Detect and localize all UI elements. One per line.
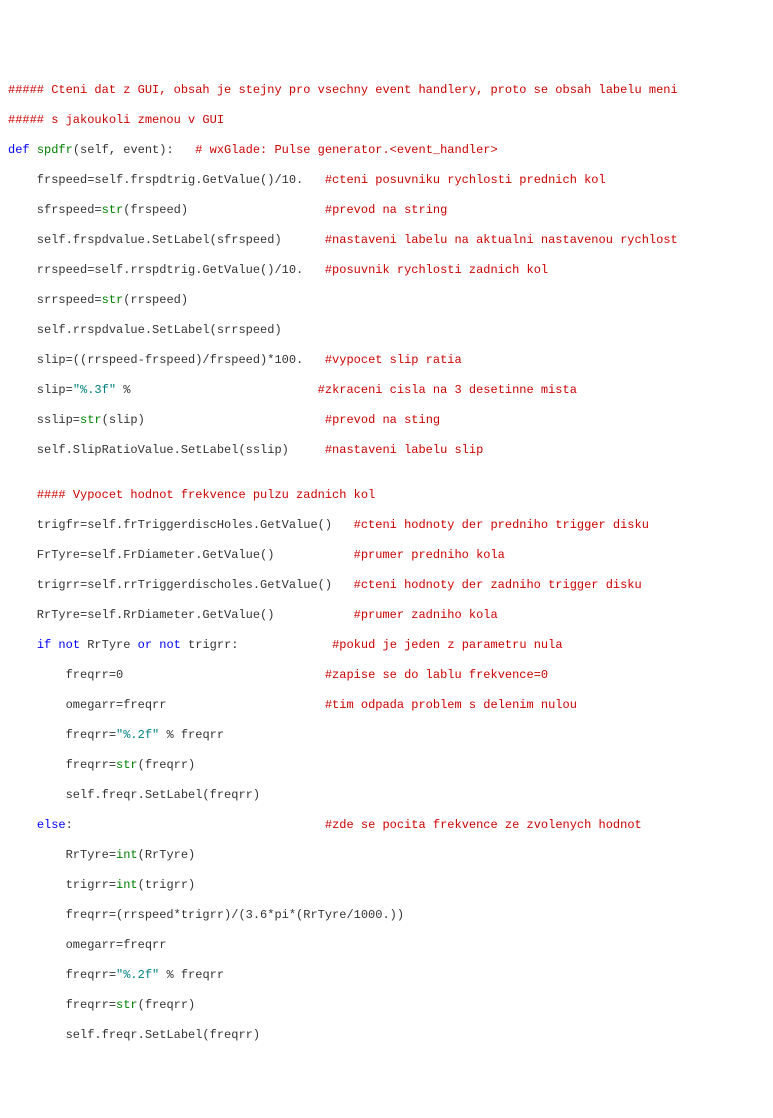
- code-line: RrTyre=self.RrDiameter.GetValue() #prume…: [8, 608, 765, 623]
- code-line: rrspeed=self.rrspdtrig.GetValue()/10. #p…: [8, 263, 765, 278]
- def-line: def spdfr(self, event): # wxGlade: Pulse…: [8, 143, 765, 158]
- comment-line: #### Vypocet hodnot frekvence pulzu zadn…: [8, 488, 765, 503]
- code-line: freqrr="%.2f" % freqrr: [8, 728, 765, 743]
- code-line: self.freqr.SetLabel(freqrr): [8, 788, 765, 803]
- comment-line: ##### Cteni dat z GUI, obsah je stejny p…: [8, 83, 765, 98]
- code-line: freqrr=(rrspeed*trigrr)/(3.6*pi*(RrTyre/…: [8, 908, 765, 923]
- code-line: omegarr=freqrr #tim odpada problem s del…: [8, 698, 765, 713]
- code-line: self.freqr.SetLabel(freqrr): [8, 1028, 765, 1043]
- if-line: if not RrTyre or not trigrr: #pokud je j…: [8, 638, 765, 653]
- code-line: freqrr=0 #zapise se do lablu frekvence=0: [8, 668, 765, 683]
- code-line: freqrr=str(freqrr): [8, 998, 765, 1013]
- code-line: freqrr=str(freqrr): [8, 758, 765, 773]
- code-line: srrspeed=str(rrspeed): [8, 293, 765, 308]
- code-line: frspeed=self.frspdtrig.GetValue()/10. #c…: [8, 173, 765, 188]
- code-line: trigrr=self.rrTriggerdischoles.GetValue(…: [8, 578, 765, 593]
- code-line: self.SlipRatioValue.SetLabel(sslip) #nas…: [8, 443, 765, 458]
- code-line: RrTyre=int(RrTyre): [8, 848, 765, 863]
- code-block: ##### Cteni dat z GUI, obsah je stejny p…: [8, 68, 765, 1058]
- code-line: sslip=str(slip) #prevod na sting: [8, 413, 765, 428]
- code-line: slip="%.3f" % #zkraceni cisla na 3 deset…: [8, 383, 765, 398]
- code-line: freqrr="%.2f" % freqrr: [8, 968, 765, 983]
- else-line: else: #zde se pocita frekvence ze zvolen…: [8, 818, 765, 833]
- code-line: self.rrspdvalue.SetLabel(srrspeed): [8, 323, 765, 338]
- code-line: self.frspdvalue.SetLabel(sfrspeed) #nast…: [8, 233, 765, 248]
- code-line: sfrspeed=str(frspeed) #prevod na string: [8, 203, 765, 218]
- code-line: trigrr=int(trigrr): [8, 878, 765, 893]
- code-line: slip=((rrspeed-frspeed)/frspeed)*100. #v…: [8, 353, 765, 368]
- code-line: trigfr=self.frTriggerdiscHoles.GetValue(…: [8, 518, 765, 533]
- code-line: FrTyre=self.FrDiameter.GetValue() #prume…: [8, 548, 765, 563]
- comment-line: ##### s jakoukoli zmenou v GUI: [8, 113, 765, 128]
- code-line: omegarr=freqrr: [8, 938, 765, 953]
